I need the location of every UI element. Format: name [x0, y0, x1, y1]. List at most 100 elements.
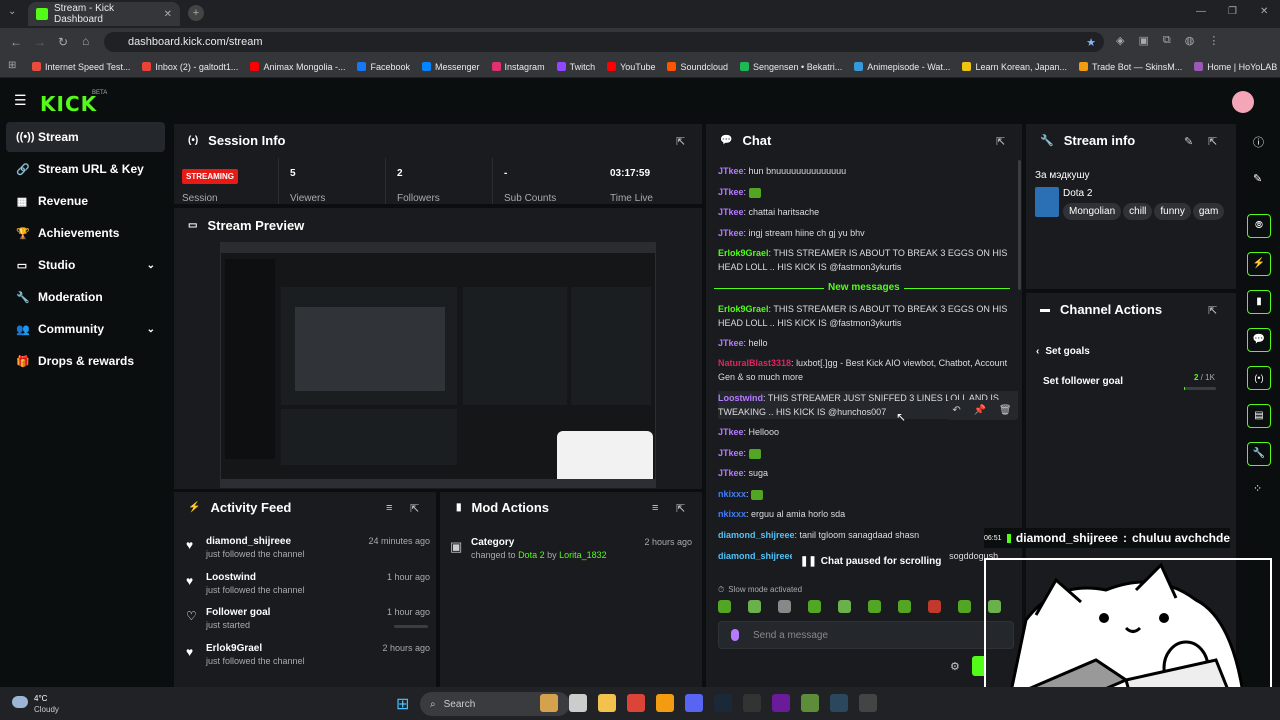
chat-username[interactable]: diamond_shijreee — [718, 551, 795, 561]
bookmark-item[interactable]: Animax Mongolia -... — [250, 62, 345, 72]
chat-username[interactable]: JTkee — [718, 338, 744, 348]
emote-icon[interactable] — [868, 600, 881, 613]
chevron-down-icon[interactable]: ⌄ — [147, 324, 155, 335]
chat-username[interactable]: NaturalBlast3318 — [718, 358, 791, 368]
kick-logo[interactable]: KICK — [40, 92, 97, 116]
emote-icon[interactable] — [958, 600, 971, 613]
emote-icon[interactable] — [718, 600, 731, 613]
sidebar-item-stream[interactable]: ((•)) Stream — [6, 122, 165, 152]
set-goals-back[interactable]: ‹ Set goals — [1036, 346, 1090, 357]
bookmark-item[interactable]: Twitch — [556, 62, 595, 72]
info-icon[interactable]: ⓘ — [1253, 134, 1264, 150]
widgets-icon[interactable] — [540, 694, 558, 712]
chat-scrollbar[interactable] — [1018, 160, 1021, 290]
stream-tag[interactable]: chill — [1123, 203, 1153, 220]
chat-username[interactable]: JTkee — [718, 228, 744, 238]
chrome-icon[interactable] — [627, 694, 645, 712]
close-window-icon[interactable]: ✕ — [1260, 6, 1268, 17]
chat-message[interactable]: JTkee: suga — [718, 466, 1014, 480]
app-icon[interactable] — [656, 694, 674, 712]
chat-message[interactable]: nkixxx: — [718, 487, 1014, 501]
bookmark-item[interactable]: Trade Bot — SkinsM... — [1079, 62, 1182, 72]
apps-grid-icon[interactable]: ⊞ — [8, 60, 16, 71]
reply-icon[interactable]: ↶ — [952, 405, 960, 416]
bookmark-item[interactable]: Internet Speed Test... — [32, 62, 130, 72]
camera-icon[interactable]: ⦾ — [1247, 214, 1271, 238]
close-tab-icon[interactable]: ✕ — [164, 9, 172, 20]
bookmark-item[interactable]: Soundcloud — [667, 62, 728, 72]
minecraft-icon[interactable] — [801, 694, 819, 712]
emote-icon[interactable] — [898, 600, 911, 613]
extension-icon[interactable]: ◈ — [1116, 34, 1124, 47]
bookmark-item[interactable]: Animepisode - Wat... — [854, 62, 950, 72]
back-icon[interactable]: ← — [10, 35, 22, 49]
chat-message[interactable]: JTkee: hello — [718, 336, 1014, 350]
chat-icon[interactable]: 💬 — [1247, 328, 1271, 352]
epic-games-icon[interactable] — [743, 694, 761, 712]
chat-username[interactable]: diamond_shijreee — [718, 530, 795, 540]
chat-message[interactable]: JTkee: Hellooo — [718, 425, 1014, 439]
avatar[interactable] — [1232, 91, 1254, 113]
drag-icon[interactable]: ⁘ — [1253, 482, 1262, 495]
pencil-icon[interactable]: ✎ — [1253, 172, 1262, 185]
delete-icon[interactable]: 🗑 — [999, 405, 1012, 416]
popout-icon[interactable]: ⇱ — [1208, 304, 1217, 317]
extension-icon[interactable]: ▣ — [1138, 34, 1148, 47]
chat-message[interactable]: Erlok9Grael: THIS STREAMER IS ABOUT TO B… — [718, 246, 1014, 274]
sidebar-item-moderation[interactable]: 🔧 Moderation — [6, 282, 165, 312]
emote-icon[interactable] — [748, 600, 761, 613]
profile-icon[interactable]: ◍ — [1185, 34, 1195, 47]
chat-username[interactable]: JTkee — [718, 468, 744, 478]
bookmark-star-icon[interactable]: ★ — [1086, 36, 1096, 49]
chat-message[interactable]: JTkee: hun bnuuuuuuuuuuuuuu — [718, 164, 1014, 178]
edit-icon[interactable]: ✎ — [1184, 135, 1193, 148]
chat-message[interactable]: JTkee: ingj stream hiine ch gj yu bhv — [718, 226, 1014, 240]
emote-icon[interactable] — [778, 600, 791, 613]
popout-icon[interactable]: ⇱ — [676, 135, 685, 148]
minimize-icon[interactable]: — — [1196, 6, 1206, 17]
chat-username[interactable]: Loostwind — [718, 393, 763, 403]
chat-username[interactable]: JTkee — [718, 187, 744, 197]
sidebar-item-studio[interactable]: ▭ Studio ⌄ — [6, 250, 165, 280]
chat-username[interactable]: nkixxx — [718, 509, 746, 519]
stream-preview-video[interactable] — [220, 242, 656, 488]
pin-icon[interactable]: 📌 — [974, 405, 986, 416]
tab-menu-icon[interactable]: ⌄ — [8, 6, 16, 17]
forward-icon[interactable]: → — [34, 35, 46, 49]
chat-message[interactable]: diamond_shijreee: tanil tgloom sanagdaad… — [718, 528, 1014, 542]
sidebar-item-community[interactable]: 👥 Community ⌄ — [6, 314, 165, 344]
steam-icon[interactable] — [830, 694, 848, 712]
obs-icon[interactable] — [859, 694, 877, 712]
sidebar-item-drops-rewards[interactable]: 🎁 Drops & rewards — [6, 346, 165, 376]
chevron-down-icon[interactable]: ⌄ — [147, 260, 155, 271]
chat-username[interactable]: JTkee — [718, 207, 744, 217]
chat-message[interactable]: Erlok9Grael: THIS STREAMER IS ABOUT TO B… — [718, 302, 1014, 330]
bookmark-item[interactable]: Messenger — [422, 62, 480, 72]
chat-paused-banner[interactable]: ❚❚ Chat paused for scrolling — [792, 551, 950, 571]
chat-message[interactable]: JTkee: — [718, 446, 1014, 460]
broadcast-icon[interactable]: (•) — [1247, 366, 1271, 390]
chat-username[interactable]: JTkee — [718, 448, 744, 458]
chat-message[interactable]: JTkee: — [718, 185, 1014, 199]
task-view-icon[interactable] — [569, 694, 587, 712]
stream-tag[interactable]: funny — [1154, 203, 1191, 220]
app-icon[interactable] — [772, 694, 790, 712]
chat-message[interactable]: nkixxx: erguu al amia horlo sda — [718, 507, 1014, 521]
stream-tag[interactable]: Mongolian — [1063, 203, 1122, 220]
bookmark-item[interactable]: Learn Korean, Japan... — [962, 62, 1067, 72]
stream-tag[interactable]: gam — [1192, 203, 1225, 220]
filter-icon[interactable]: ≡ — [652, 502, 658, 514]
channel-icon[interactable]: ▤ — [1247, 404, 1271, 428]
chat-input[interactable]: Send a message — [718, 621, 1014, 649]
bookmark-item[interactable]: Home | HoYoLAB — [1194, 62, 1277, 72]
new-tab-icon[interactable]: + — [188, 5, 204, 21]
windows-start-icon[interactable]: ⊞ — [396, 694, 409, 714]
chat-message[interactable]: JTkee: chattai haritsache — [718, 205, 1014, 219]
chat-username[interactable]: JTkee — [718, 166, 744, 176]
steam-icon[interactable] — [714, 694, 732, 712]
popout-icon[interactable]: ⇱ — [410, 502, 419, 515]
chat-message[interactable]: NaturalBlast3318: luxbot[.]gg - Best Kic… — [718, 356, 1014, 384]
lightning-icon[interactable]: ⚡ — [1247, 252, 1271, 276]
discord-icon[interactable] — [685, 694, 703, 712]
chat-username[interactable]: Erlok9Grael — [718, 304, 769, 314]
